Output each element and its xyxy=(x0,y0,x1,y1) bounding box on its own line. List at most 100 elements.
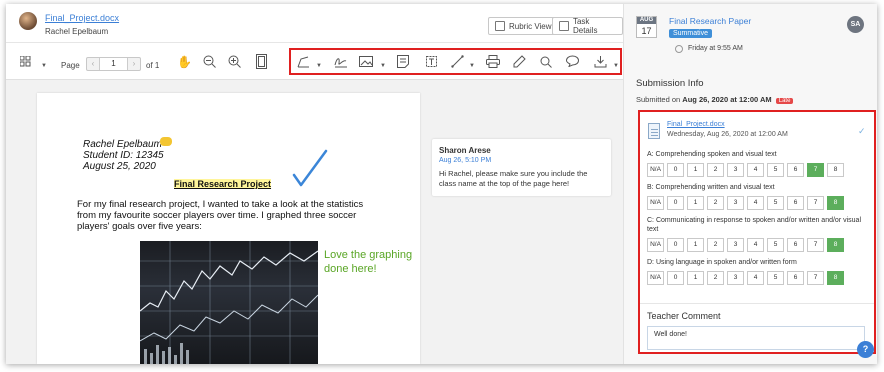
score-option[interactable]: N/A xyxy=(647,238,664,252)
teacher-comment-label: Teacher Comment xyxy=(647,311,721,321)
score-option[interactable]: 3 xyxy=(727,163,744,177)
criterion-label: C: Communicating in response to spoken a… xyxy=(647,217,861,233)
score-option[interactable]: 0 xyxy=(667,196,684,210)
score-option[interactable]: 5 xyxy=(767,238,784,252)
page-label: Page xyxy=(61,61,80,70)
student-name: Rachel Epelbaum xyxy=(45,27,109,36)
score-option[interactable]: N/A xyxy=(647,163,664,177)
stock-chart-image xyxy=(140,241,318,364)
score-option[interactable]: 3 xyxy=(727,238,744,252)
viewer-header: Final_Project.docx Rachel Epelbaum Rubri… xyxy=(6,4,623,42)
score-option[interactable]: 1 xyxy=(687,271,704,285)
help-icon[interactable]: ? xyxy=(857,341,874,358)
next-page-icon[interactable]: › xyxy=(128,58,140,70)
score-option[interactable]: 5 xyxy=(767,163,784,177)
criterion-label: B: Comprehending written and visual text xyxy=(647,184,775,191)
score-option[interactable]: 1 xyxy=(687,196,704,210)
score-option[interactable]: 8 xyxy=(827,196,844,210)
submitted-line: Submitted on Aug 26, 2020 at 12:00 AM La… xyxy=(636,95,794,104)
task-details-label: Task Details xyxy=(572,17,598,35)
score-option[interactable]: 0 xyxy=(667,238,684,252)
comment-text: Hi Rachel, please make sure you include … xyxy=(439,169,588,188)
score-option[interactable]: 6 xyxy=(787,271,804,285)
submitted-date: Aug 26, 2020 at 12:00 AM xyxy=(682,95,772,104)
chevron-down-icon[interactable]: ▼ xyxy=(41,63,47,69)
score-option[interactable]: 2 xyxy=(707,238,724,252)
calendar-day: 17 xyxy=(641,26,652,36)
document-paragraph: For my final research project, I wanted … xyxy=(77,199,364,232)
comment-date: Aug 26, 5:10 PM xyxy=(439,157,492,164)
fit-page-icon[interactable] xyxy=(256,54,267,69)
file-title-link[interactable]: Final_Project.docx xyxy=(45,13,119,23)
submitted-file-date: Wednesday, Aug 26, 2020 at 12:00 AM xyxy=(667,131,788,138)
score-option[interactable]: 1 xyxy=(687,163,704,177)
thumbnails-icon[interactable] xyxy=(20,56,31,67)
score-option[interactable]: 2 xyxy=(707,271,724,285)
divider xyxy=(640,303,874,304)
score-option[interactable]: 5 xyxy=(767,271,784,285)
score-selector: N/A 0 1 2 3 4 5 6 7 8 xyxy=(647,271,844,285)
score-option[interactable]: N/A xyxy=(647,196,664,210)
hand-icon[interactable]: ✋ xyxy=(177,56,192,68)
app-window: Final_Project.docx Rachel Epelbaum Rubri… xyxy=(6,4,877,364)
toolbar-highlight-box xyxy=(289,48,622,75)
handwritten-note[interactable]: Love the graphing done here! xyxy=(324,248,420,276)
criterion-label: A: Comprehending spoken and visual text xyxy=(647,151,777,158)
score-option[interactable]: N/A xyxy=(647,271,664,285)
score-option[interactable]: 7 xyxy=(807,163,824,177)
rubric-view-label: Rubric View xyxy=(509,21,552,31)
due-date: Friday at 9:55 AM xyxy=(688,45,743,52)
page-stepper[interactable]: ‹ 1 › xyxy=(86,57,141,71)
score-option[interactable]: 8 xyxy=(827,271,844,285)
score-option[interactable]: 5 xyxy=(767,196,784,210)
assessment-sidebar: AUG 17 Final Research Paper Summative SA… xyxy=(623,4,877,364)
score-option[interactable]: 0 xyxy=(667,163,684,177)
score-option[interactable]: 8 xyxy=(827,163,844,177)
assignment-type-badge: Summative xyxy=(669,29,713,38)
submitted-prefix: Submitted on xyxy=(636,95,681,104)
zoom-in-icon[interactable] xyxy=(228,55,241,68)
score-option[interactable]: 2 xyxy=(707,163,724,177)
student-name-line: Rachel Epelbaum xyxy=(83,139,162,150)
score-selector: N/A 0 1 2 3 4 5 6 7 8 xyxy=(647,238,844,252)
document-icon xyxy=(648,123,660,139)
page-count: of 1 xyxy=(146,61,160,70)
score-option[interactable]: 1 xyxy=(687,238,704,252)
assignment-title[interactable]: Final Research Paper xyxy=(669,16,751,26)
score-option[interactable]: 7 xyxy=(807,271,824,285)
calendar-month: AUG xyxy=(637,17,656,24)
task-details-button[interactable]: Task Details xyxy=(552,17,623,35)
comment-author: Sharon Arese xyxy=(439,146,491,155)
score-option[interactable]: 6 xyxy=(787,196,804,210)
rubric-view-button[interactable]: Rubric View xyxy=(488,17,559,35)
document-viewer: Final_Project.docx Rachel Epelbaum Rubri… xyxy=(6,4,623,364)
score-option[interactable]: 4 xyxy=(747,196,764,210)
score-option[interactable]: 4 xyxy=(747,238,764,252)
score-option[interactable]: 7 xyxy=(807,238,824,252)
score-option[interactable]: 0 xyxy=(667,271,684,285)
zoom-out-icon[interactable] xyxy=(203,55,216,68)
score-option[interactable]: 7 xyxy=(807,196,824,210)
task-icon xyxy=(559,21,569,31)
page-input[interactable]: 1 xyxy=(99,58,128,70)
score-option[interactable]: 3 xyxy=(727,196,744,210)
comment-marker-icon[interactable] xyxy=(160,137,172,146)
submission-info-title: Submission Info xyxy=(636,78,704,89)
teacher-avatar[interactable]: SA xyxy=(847,16,864,33)
score-option[interactable]: 3 xyxy=(727,271,744,285)
score-option[interactable]: 6 xyxy=(787,238,804,252)
submitted-file-link[interactable]: Final_Project.docx xyxy=(667,121,725,128)
score-option[interactable]: 4 xyxy=(747,163,764,177)
calendar-icon: AUG 17 xyxy=(636,16,657,38)
score-option[interactable]: 6 xyxy=(787,163,804,177)
checkmark-annotation-icon[interactable] xyxy=(292,149,328,189)
teacher-comment-field[interactable]: Well done! xyxy=(647,326,865,350)
date-line: August 25, 2020 xyxy=(83,161,156,172)
score-option[interactable]: 4 xyxy=(747,271,764,285)
prev-page-icon[interactable]: ‹ xyxy=(87,58,99,70)
score-option[interactable]: 8 xyxy=(827,238,844,252)
check-icon: ✓ xyxy=(858,126,866,136)
rubric-icon xyxy=(495,21,505,31)
score-option[interactable]: 2 xyxy=(707,196,724,210)
comment-card[interactable]: Sharon Arese Aug 26, 5:10 PM Hi Rachel, … xyxy=(432,139,611,196)
